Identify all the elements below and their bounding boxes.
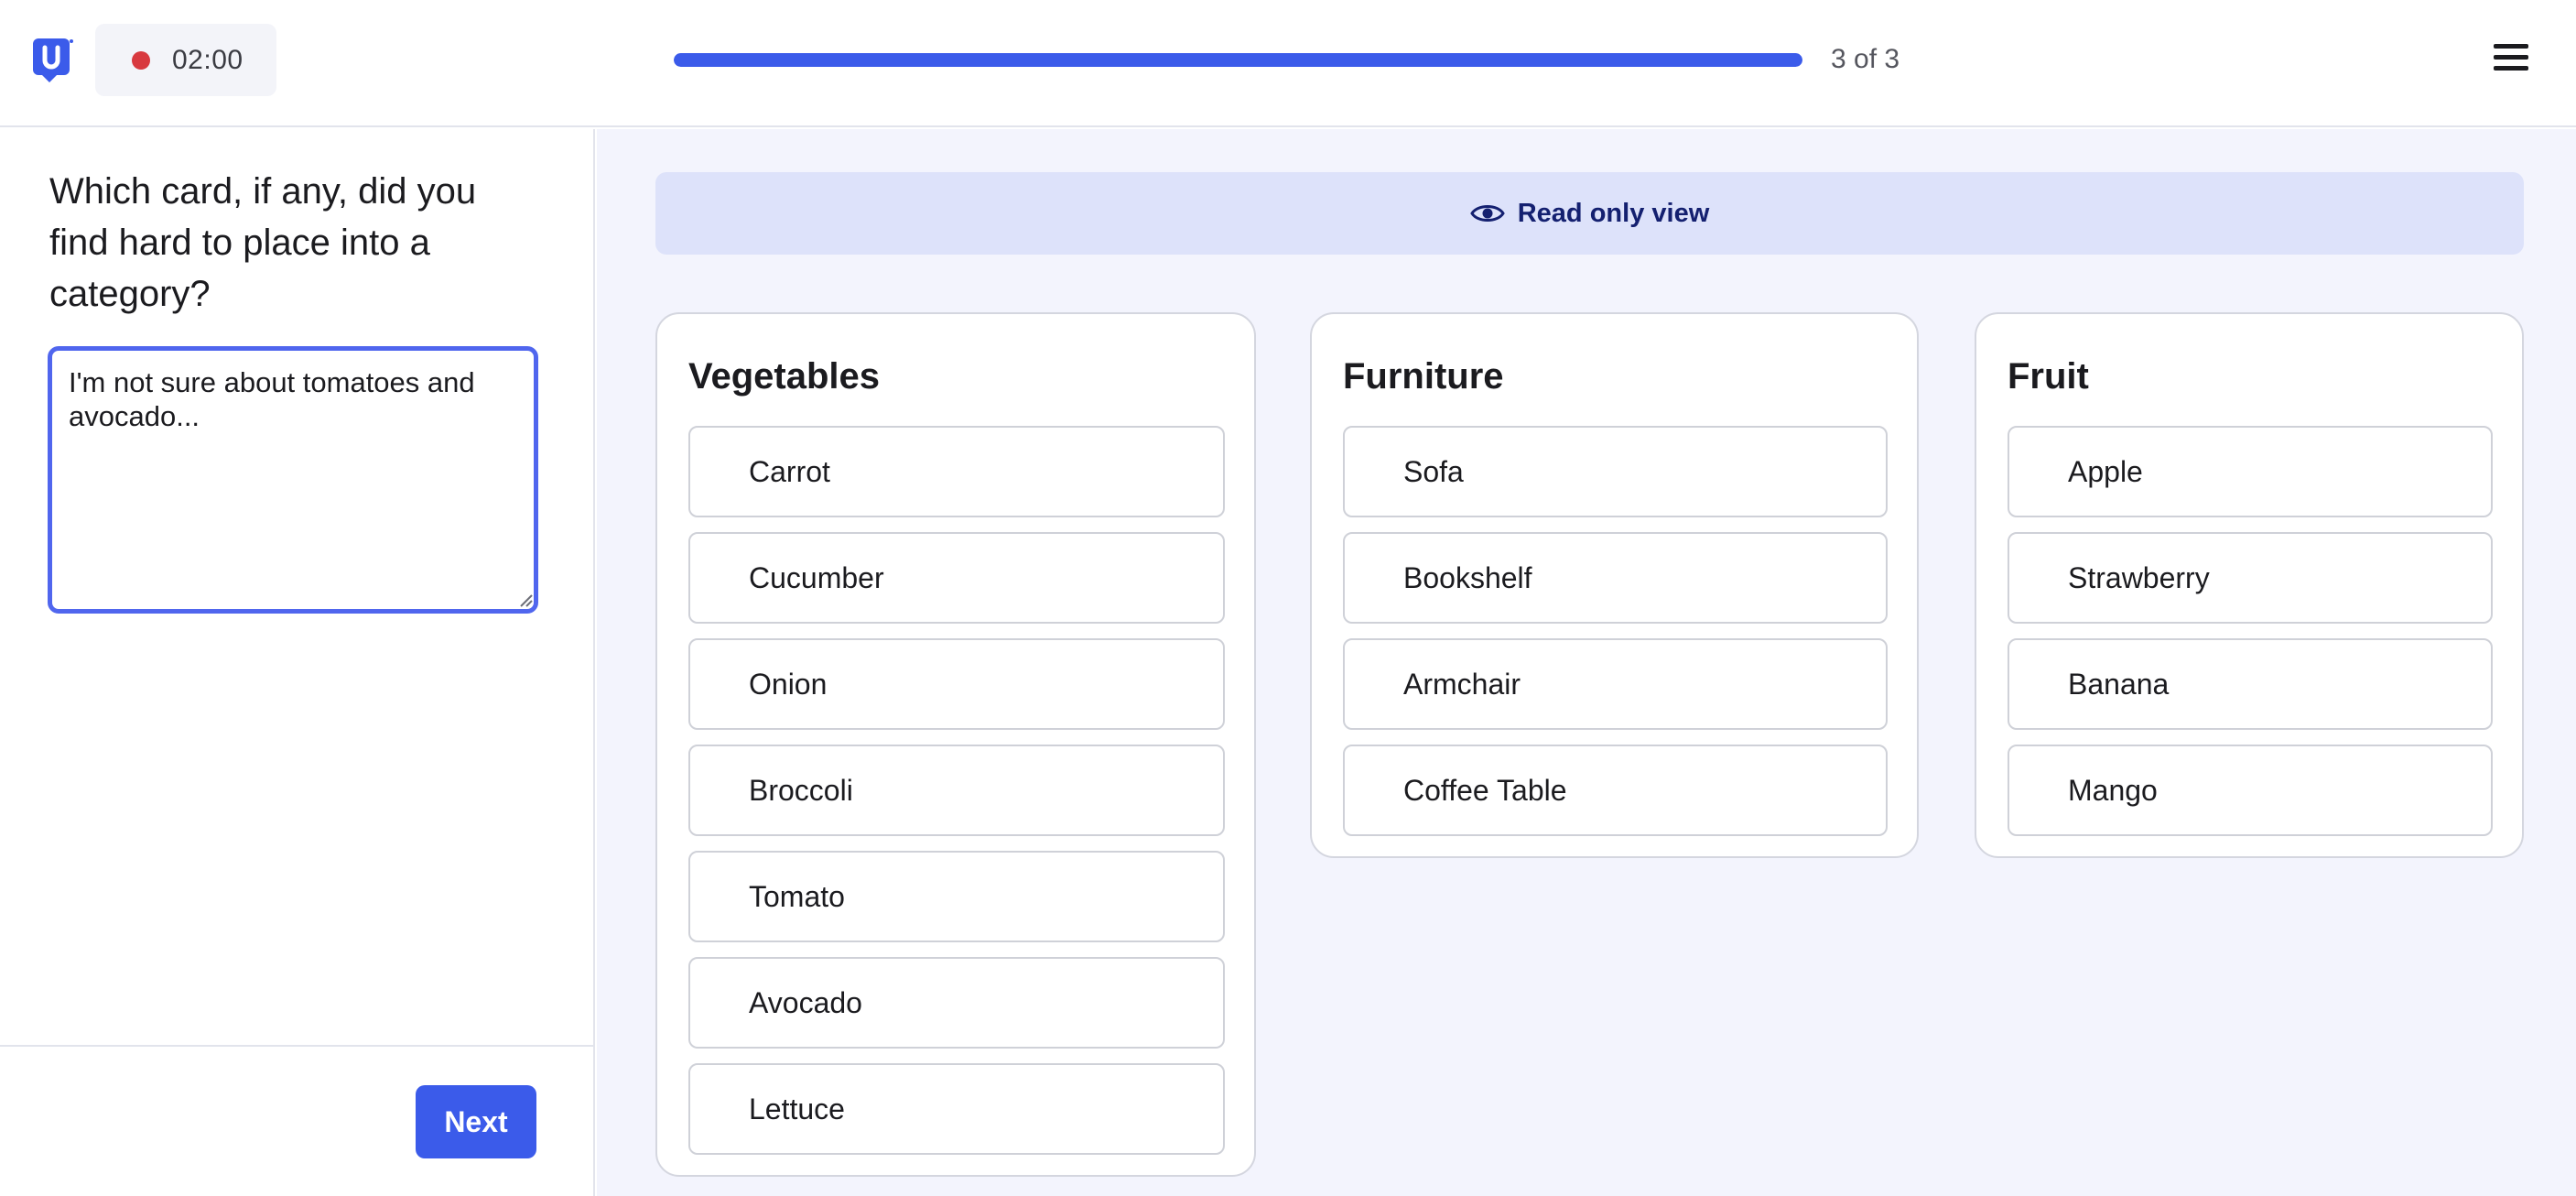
progress-label: 3 of 3 xyxy=(1831,44,1900,74)
panel-divider xyxy=(0,1045,595,1047)
card-avocado[interactable]: Avocado xyxy=(688,957,1225,1049)
read-only-banner: Read only view xyxy=(655,172,2524,255)
app-logo xyxy=(33,38,73,82)
card-onion[interactable]: Onion xyxy=(688,638,1225,730)
question-text: Which card, if any, did you find hard to… xyxy=(49,171,477,314)
question-panel: Which card, if any, did you find hard to… xyxy=(0,129,595,1196)
timer-text: 02:00 xyxy=(172,44,244,75)
progress-bar xyxy=(674,53,1802,67)
recording-timer: 02:00 xyxy=(95,24,276,96)
card-carrot[interactable]: Carrot xyxy=(688,426,1225,517)
card-cucumber[interactable]: Cucumber xyxy=(688,532,1225,624)
card-mango[interactable]: Mango xyxy=(2008,745,2493,836)
card-strawberry[interactable]: Strawberry xyxy=(2008,532,2493,624)
card-armchair[interactable]: Armchair xyxy=(1343,638,1888,730)
card-bookshelf[interactable]: Bookshelf xyxy=(1343,532,1888,624)
answer-textarea[interactable] xyxy=(48,346,538,614)
card-tomato[interactable]: Tomato xyxy=(688,851,1225,942)
recording-dot-icon xyxy=(132,50,150,70)
progress-bar-fill xyxy=(674,53,1802,67)
next-button[interactable]: Next xyxy=(416,1085,536,1158)
category-fruit: Fruit Apple Strawberry Banana Mango xyxy=(1975,312,2524,858)
hamburger-menu-icon[interactable] xyxy=(2494,44,2528,77)
card-sofa[interactable]: Sofa xyxy=(1343,426,1888,517)
card-sort-board: Read only view Vegetables Carrot Cucumber O… xyxy=(597,129,2576,1196)
banner-text: Read only view xyxy=(1517,198,1710,228)
category-title: Vegetables xyxy=(688,356,881,397)
card-lettuce[interactable]: Lettuce xyxy=(688,1063,1225,1155)
card-coffee-table[interactable]: Coffee Table xyxy=(1343,745,1888,836)
card-apple[interactable]: Apple xyxy=(2008,426,2493,517)
category-furniture: Furniture Sofa Bookshelf Armchair Coffee Tab… xyxy=(1310,312,1919,858)
card-banana[interactable]: Banana xyxy=(2008,638,2493,730)
category-title: Furniture xyxy=(1343,356,1504,397)
category-vegetables: Vegetables Carrot Cucumber Onion Broccoli Tom… xyxy=(655,312,1256,1177)
top-bar: 02:00 3 of 3 xyxy=(0,0,2576,127)
card-broccoli[interactable]: Broccoli xyxy=(688,745,1225,836)
category-title: Fruit xyxy=(2008,356,2089,397)
resize-handle-icon[interactable] xyxy=(518,593,533,607)
eye-icon xyxy=(1469,205,1505,222)
